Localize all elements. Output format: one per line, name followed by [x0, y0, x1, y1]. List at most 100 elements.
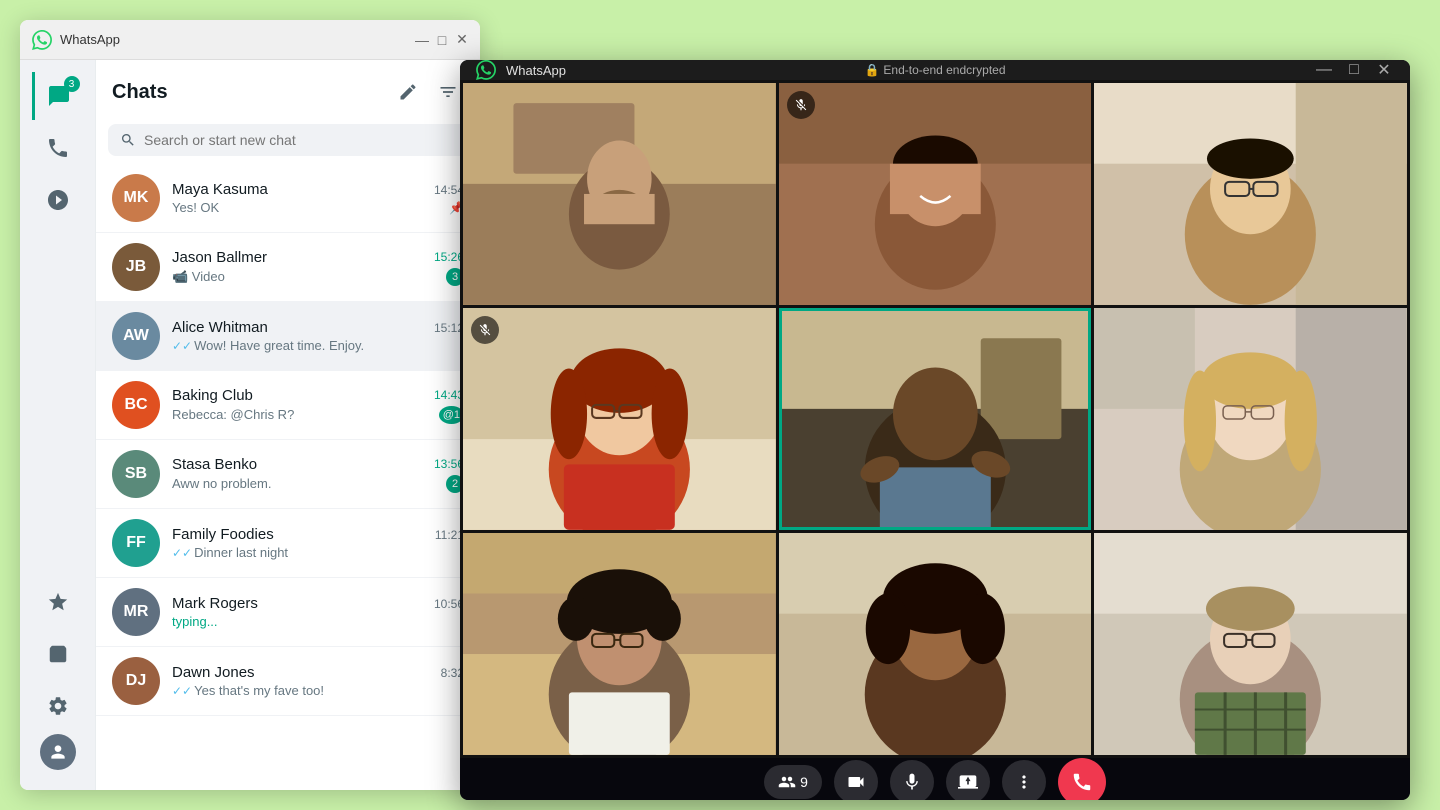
chat-name: Stasa Benko: [172, 456, 257, 473]
chat-header: Chats: [96, 60, 480, 116]
main-title: WhatsApp: [60, 32, 408, 47]
starred-icon: [47, 591, 69, 613]
search-bar[interactable]: [108, 124, 468, 156]
chat-name: Alice Whitman: [172, 319, 268, 336]
maximize-button[interactable]: □: [436, 34, 448, 46]
sidebar: 3: [20, 60, 96, 790]
sidebar-item-status[interactable]: [34, 176, 82, 224]
chat-item-7[interactable]: MR Mark Rogers 10:56 typing...: [96, 578, 480, 647]
chat-info-bottom: ✓✓Wow! Have great time. Enjoy.: [172, 338, 464, 353]
video-toggle-icon: [846, 772, 866, 792]
chat-avatar: MK: [112, 174, 160, 222]
sidebar-item-archived[interactable]: [34, 630, 82, 678]
chat-item-2[interactable]: JB Jason Ballmer 15:26 📹 Video 3: [96, 233, 480, 302]
chat-name: Family Foodies: [172, 526, 274, 543]
chat-item-3[interactable]: AW Alice Whitman 15:12 ✓✓Wow! Have great…: [96, 302, 480, 371]
participants-icon: [778, 773, 796, 791]
settings-icon: [47, 695, 69, 717]
participant-9-video: [1094, 533, 1407, 755]
search-input[interactable]: [144, 132, 456, 148]
chat-info-bottom: typing...: [172, 614, 464, 629]
chat-info: Baking Club 14:43 Rebecca: @Chris R? @1: [172, 387, 464, 424]
video-maximize-button[interactable]: □: [1344, 60, 1364, 80]
more-options-icon: [1014, 772, 1034, 792]
main-window: WhatsApp — □ ✕ 3: [20, 20, 480, 790]
minimize-button[interactable]: —: [416, 34, 428, 46]
video-titlebar: WhatsApp 🔒 End-to-end endcrypted — □ ✕: [460, 60, 1410, 80]
whatsapp-logo: [32, 30, 52, 50]
more-options-button[interactable]: [1002, 760, 1046, 800]
participant-1-video: [463, 83, 776, 305]
video-minimize-button[interactable]: —: [1314, 60, 1334, 80]
chats-badge: 3: [64, 76, 80, 92]
video-close-button[interactable]: ✕: [1374, 60, 1394, 80]
chat-item-5[interactable]: SB Stasa Benko 13:56 Aww no problem. 2: [96, 440, 480, 509]
sidebar-item-calls[interactable]: [34, 124, 82, 172]
chat-info-bottom: Rebecca: @Chris R? @1: [172, 406, 464, 424]
chat-avatar: DJ: [112, 657, 160, 705]
chat-name: Baking Club: [172, 387, 253, 404]
mute-indicator-4: [471, 316, 499, 344]
status-icon: [46, 188, 70, 212]
new-chat-button[interactable]: [392, 76, 424, 108]
chat-name: Jason Ballmer: [172, 249, 267, 266]
video-call-window: WhatsApp 🔒 End-to-end endcrypted — □ ✕: [460, 60, 1410, 800]
search-icon: [120, 132, 136, 148]
mic-toggle-icon: [902, 772, 922, 792]
participants-button[interactable]: 9: [764, 765, 822, 799]
chat-item-6[interactable]: FF Family Foodies 11:21 ✓✓Dinner last ni…: [96, 509, 480, 578]
sidebar-item-starred[interactable]: [34, 578, 82, 626]
screen-share-button[interactable]: [946, 760, 990, 800]
participant-5-video: [779, 308, 1092, 530]
participant-6-video: [1094, 308, 1407, 530]
chat-info-top: Mark Rogers 10:56: [172, 595, 464, 612]
video-participant-1: [463, 83, 776, 305]
sidebar-item-chats[interactable]: 3: [32, 72, 84, 120]
encryption-badge: 🔒 End-to-end endcrypted: [864, 63, 1005, 77]
chat-item-4[interactable]: BC Baking Club 14:43 Rebecca: @Chris R? …: [96, 371, 480, 440]
end-call-button[interactable]: [1058, 758, 1106, 800]
chat-list: MK Maya Kasuma 14:54 Yes! OK 📌 JB Jason …: [96, 164, 480, 790]
chat-info: Maya Kasuma 14:54 Yes! OK 📌: [172, 181, 464, 215]
video-participant-3: [1094, 83, 1407, 305]
call-controls: 9: [460, 758, 1410, 800]
user-avatar-icon: [48, 742, 68, 762]
mute-icon-4: [478, 323, 492, 337]
calls-icon: [46, 136, 70, 160]
chat-info-bottom: ✓✓Dinner last night: [172, 545, 464, 560]
main-titlebar: WhatsApp — □ ✕: [20, 20, 480, 60]
video-wa-logo: [476, 60, 496, 80]
main-titlebar-buttons: — □ ✕: [416, 34, 468, 46]
sidebar-item-settings[interactable]: [34, 682, 82, 730]
video-participant-8: [779, 533, 1092, 755]
video-toggle-button[interactable]: [834, 760, 878, 800]
new-chat-icon: [398, 82, 418, 102]
chat-info-top: Maya Kasuma 14:54: [172, 181, 464, 198]
chats-title: Chats: [112, 81, 168, 104]
mic-toggle-button[interactable]: [890, 760, 934, 800]
participant-8-video: [779, 533, 1092, 755]
chat-name: Dawn Jones: [172, 664, 255, 681]
chat-info: Alice Whitman 15:12 ✓✓Wow! Have great ti…: [172, 319, 464, 353]
chat-info-bottom: Yes! OK 📌: [172, 200, 464, 215]
video-participant-6: [1094, 308, 1407, 530]
video-participant-9: [1094, 533, 1407, 755]
chat-item-8[interactable]: DJ Dawn Jones 8:32 ✓✓Yes that's my fave …: [96, 647, 480, 716]
participant-7-video: [463, 533, 776, 755]
chat-info-top: Dawn Jones 8:32: [172, 664, 464, 681]
video-grid: [460, 80, 1410, 758]
chat-name: Maya Kasuma: [172, 181, 268, 198]
video-titlebar-buttons: — □ ✕: [1314, 60, 1394, 80]
chat-item-1[interactable]: MK Maya Kasuma 14:54 Yes! OK 📌: [96, 164, 480, 233]
chat-info-top: Baking Club 14:43: [172, 387, 464, 404]
chat-avatar: MR: [112, 588, 160, 636]
chat-avatar: AW: [112, 312, 160, 360]
filter-icon: [438, 82, 458, 102]
sidebar-top: 3: [32, 72, 84, 574]
user-avatar[interactable]: [40, 734, 76, 770]
close-button[interactable]: ✕: [456, 34, 468, 46]
chat-info-top: Family Foodies 11:21: [172, 526, 464, 543]
chat-avatar: BC: [112, 381, 160, 429]
mute-indicator-2: [787, 91, 815, 119]
chat-avatar: SB: [112, 450, 160, 498]
